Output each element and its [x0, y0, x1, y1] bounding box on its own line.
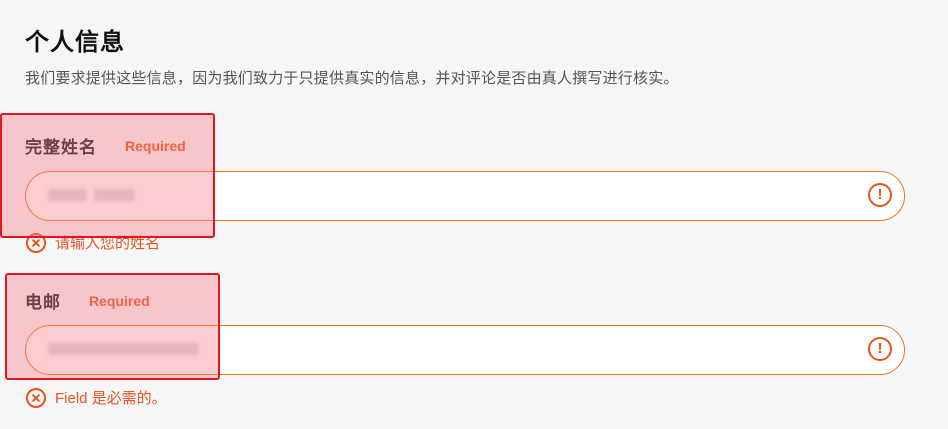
x-circle-icon	[26, 387, 46, 408]
x-circle-icon	[26, 232, 46, 253]
full-name-input[interactable]	[48, 172, 852, 222]
full-name-field[interactable]: !	[25, 171, 905, 222]
email-label-row: 电邮 Required	[25, 288, 150, 313]
redacted-text	[48, 189, 86, 201]
email-error-text: Field 是必需的。	[55, 390, 167, 407]
email-required-badge: Required	[89, 292, 150, 309]
full-name-label-row: 完整姓名 Required	[25, 133, 186, 158]
section-title: 个人信息	[25, 29, 125, 56]
alert-icon: !	[868, 183, 892, 207]
full-name-error: 请输入您的姓名	[26, 232, 160, 253]
full-name-error-text: 请输入您的姓名	[55, 235, 161, 252]
redacted-text	[48, 343, 198, 355]
redacted-text	[94, 189, 134, 201]
email-field[interactable]: !	[25, 325, 905, 376]
full-name-required-badge: Required	[125, 137, 186, 154]
email-label: 电邮	[25, 293, 61, 312]
section-description: 我们要求提供这些信息，因为我们致力于只提供真实的信息，并对评论是否由真人撰写进行…	[25, 70, 679, 87]
alert-icon: !	[868, 337, 892, 361]
email-error: Field 是必需的。	[26, 387, 167, 408]
full-name-label: 完整姓名	[25, 138, 97, 157]
